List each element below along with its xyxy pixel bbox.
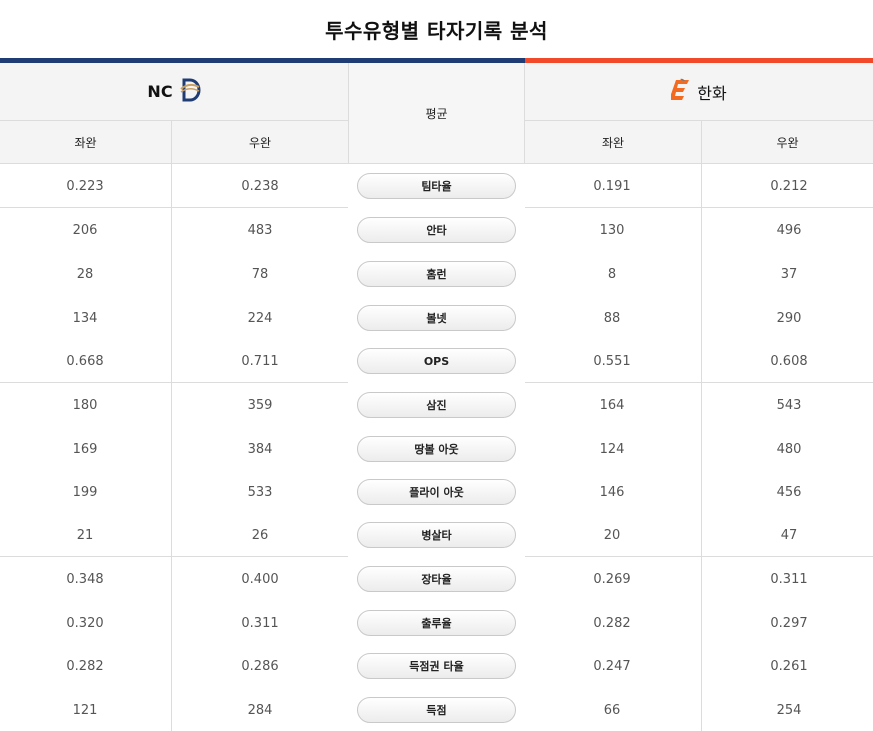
nc-lhp-value: 0.348 xyxy=(66,571,104,587)
hanwha-rhp-value: 543 xyxy=(776,397,802,413)
divider xyxy=(701,121,702,731)
nc-rhp-value: 0.311 xyxy=(241,615,279,631)
nc-rhp-value: 26 xyxy=(251,527,269,543)
hanwha-rhp-value: 254 xyxy=(776,702,802,718)
hanwha-lhp-value: 124 xyxy=(599,441,625,457)
hanwha-lhp-value: 0.269 xyxy=(593,571,631,587)
hanwha-rhp-value: 0.608 xyxy=(770,353,808,369)
nc-rhp-value: 533 xyxy=(247,484,273,500)
average-label: 평균 xyxy=(425,107,448,121)
nc-rhp-value: 78 xyxy=(251,266,269,282)
hanwha-lhp-value: 0.282 xyxy=(593,615,631,631)
nc-rhp-value: 384 xyxy=(247,441,273,457)
nc-lhp-value: 180 xyxy=(72,397,98,413)
hanwha-lhp-value: 0.191 xyxy=(593,178,631,194)
divider xyxy=(171,121,172,731)
stat-button[interactable]: OPS xyxy=(357,348,516,374)
group-divider xyxy=(0,207,348,208)
nc-rhp-value: 224 xyxy=(247,310,273,326)
hanwha-rhp-value: 0.261 xyxy=(770,658,808,674)
hanwha-rhp-value: 496 xyxy=(776,222,802,238)
hanwha-rhp-value: 0.311 xyxy=(770,571,808,587)
hanwha-rhp-header: 우완 xyxy=(776,135,799,150)
team-hanwha-name: 한화 xyxy=(697,83,727,103)
hanwha-lhp-value: 66 xyxy=(603,702,621,718)
stat-button[interactable]: 득점 xyxy=(357,697,516,723)
nc-rhp-value: 359 xyxy=(247,397,273,413)
group-divider xyxy=(525,556,873,557)
hanwha-lhp-value: 130 xyxy=(599,222,625,238)
hanwha-rhp-value: 456 xyxy=(776,484,802,500)
nc-dinos-logo-icon xyxy=(179,77,201,107)
nc-lhp-value: 0.223 xyxy=(66,178,104,194)
stat-button[interactable]: 땅볼 아웃 xyxy=(357,436,516,462)
stat-button[interactable]: 볼넷 xyxy=(357,305,516,331)
stat-button[interactable]: 팀타율 xyxy=(357,173,516,199)
nc-lhp-value: 134 xyxy=(72,310,98,326)
nc-lhp-value: 0.282 xyxy=(66,658,104,674)
nc-rhp-value: 0.711 xyxy=(241,353,279,369)
hanwha-lhp-value: 164 xyxy=(599,397,625,413)
hanwha-rhp-value: 290 xyxy=(776,310,802,326)
group-divider xyxy=(525,382,873,383)
nc-lhp-value: 206 xyxy=(72,222,98,238)
group-divider xyxy=(525,207,873,208)
hanwha-eagles-logo-icon xyxy=(669,78,691,106)
stat-button[interactable]: 플라이 아웃 xyxy=(357,479,516,505)
nc-lhp-value: 0.668 xyxy=(66,353,104,369)
hanwha-rhp-value: 480 xyxy=(776,441,802,457)
nc-lhp-value: 199 xyxy=(72,484,98,500)
hanwha-lhp-value: 20 xyxy=(603,527,621,543)
hanwha-lhp-value: 88 xyxy=(603,310,621,326)
nc-rhp-value: 0.238 xyxy=(241,178,279,194)
hanwha-lhp-value: 0.551 xyxy=(593,353,631,369)
nc-lhp-header: 좌완 xyxy=(74,135,97,150)
nc-lhp-value: 28 xyxy=(76,266,94,282)
nc-lhp-value: 0.320 xyxy=(66,615,104,631)
stat-button[interactable]: 삼진 xyxy=(357,392,516,418)
nc-lhp-value: 169 xyxy=(72,441,98,457)
stat-button[interactable]: 장타율 xyxy=(357,566,516,592)
hanwha-rhp-value: 47 xyxy=(780,527,798,543)
group-divider xyxy=(0,382,348,383)
team-hanwha: 한화 xyxy=(525,63,873,120)
hanwha-rhp-value: 37 xyxy=(780,266,798,282)
group-divider xyxy=(0,556,348,557)
stat-button[interactable]: 병살타 xyxy=(357,522,516,548)
stat-button[interactable]: 출루율 xyxy=(357,610,516,636)
nc-lhp-value: 121 xyxy=(72,702,98,718)
nc-rhp-header: 우완 xyxy=(248,135,272,150)
team-nc: NC xyxy=(0,63,348,120)
hanwha-lhp-header: 좌완 xyxy=(601,135,625,150)
nc-lhp-value: 21 xyxy=(76,527,94,543)
stat-button[interactable]: 안타 xyxy=(357,217,516,243)
hanwha-rhp-value: 0.297 xyxy=(770,615,808,631)
hanwha-rhp-value: 0.212 xyxy=(770,178,808,194)
nc-rhp-value: 483 xyxy=(247,222,273,238)
hanwha-lhp-value: 8 xyxy=(607,266,617,282)
hanwha-lhp-value: 0.247 xyxy=(593,658,631,674)
nc-rhp-value: 284 xyxy=(247,702,273,718)
nc-rhp-value: 0.286 xyxy=(241,658,279,674)
nc-rhp-value: 0.400 xyxy=(241,571,279,587)
hanwha-lhp-value: 146 xyxy=(599,484,625,500)
page-title: 투수유형별 타자기록 분석 xyxy=(325,18,548,43)
stat-button[interactable]: 득점권 타율 xyxy=(357,653,516,679)
stat-button[interactable]: 홈런 xyxy=(357,261,516,287)
team-nc-name: NC xyxy=(147,82,173,101)
